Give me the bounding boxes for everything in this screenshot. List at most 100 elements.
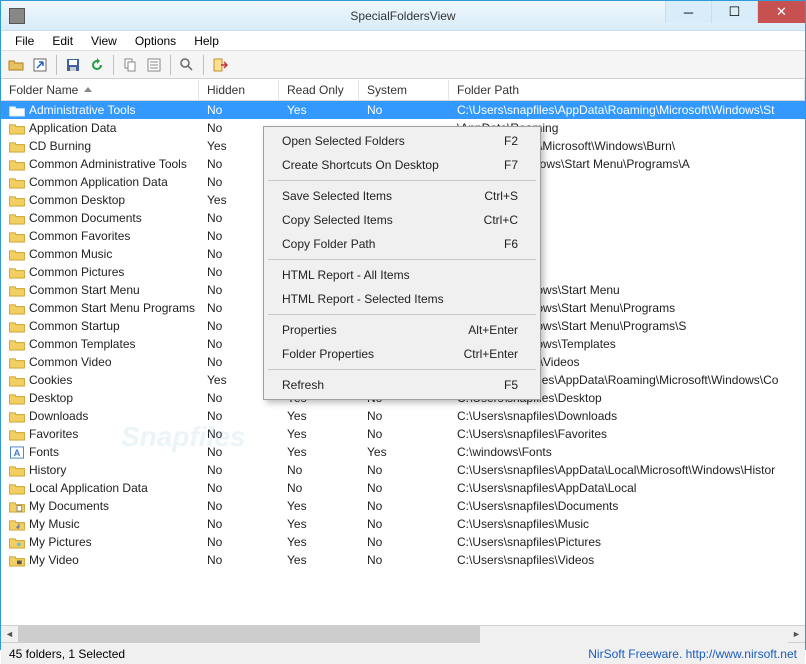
context-item[interactable]: Open Selected Folders F2: [266, 129, 538, 153]
context-label: Open Selected Folders: [282, 134, 405, 148]
context-item[interactable]: Create Shortcuts On DesktopF7: [266, 153, 538, 177]
table-row[interactable]: FavoritesNoYesNoC:\Users\snapfiles\Favor…: [1, 425, 805, 443]
context-label: Folder Properties: [282, 347, 374, 361]
cell-system: Yes: [359, 445, 449, 459]
context-shortcut: F5: [504, 378, 518, 392]
context-label: Copy Selected Items: [282, 213, 393, 227]
menu-file[interactable]: File: [7, 32, 42, 50]
table-row[interactable]: My PicturesNoYesNoC:\Users\snapfiles\Pic…: [1, 533, 805, 551]
properties-icon[interactable]: [143, 54, 165, 76]
table-row[interactable]: DownloadsNoYesNoC:\Users\snapfiles\Downl…: [1, 407, 805, 425]
column-folder-path[interactable]: Folder Path: [449, 80, 805, 100]
context-item[interactable]: HTML Report - All Items: [266, 263, 538, 287]
context-item[interactable]: Copy Folder PathF6: [266, 232, 538, 256]
open-folder-icon[interactable]: [5, 54, 27, 76]
status-link[interactable]: NirSoft Freeware. http://www.nirsoft.net: [588, 647, 797, 661]
cell-readonly: Yes: [279, 445, 359, 459]
context-item[interactable]: Properties Alt+Enter: [266, 318, 538, 342]
cell-system: No: [359, 499, 449, 513]
context-item[interactable]: Folder PropertiesCtrl+Enter: [266, 342, 538, 366]
cell-system: No: [359, 463, 449, 477]
cell-path: C:\windows\Fonts: [449, 445, 805, 459]
horizontal-scrollbar[interactable]: ◄ ►: [1, 625, 805, 642]
context-label: HTML Report - All Items: [282, 268, 410, 282]
save-icon[interactable]: [62, 54, 84, 76]
context-item[interactable]: Refresh F5: [266, 373, 538, 397]
table-row[interactable]: HistoryNoNoNoC:\Users\snapfiles\AppData\…: [1, 461, 805, 479]
refresh-icon[interactable]: [86, 54, 108, 76]
menu-view[interactable]: View: [83, 32, 125, 50]
cell-folder-name: Common Video: [1, 355, 199, 369]
cell-folder-name: Common Music: [1, 247, 199, 261]
context-label: Properties: [282, 323, 337, 337]
table-row[interactable]: AFontsNoYesYesC:\windows\Fonts: [1, 443, 805, 461]
context-separator: [268, 180, 536, 181]
table-row[interactable]: Local Application DataNoNoNoC:\Users\sna…: [1, 479, 805, 497]
shortcut-icon[interactable]: [29, 54, 51, 76]
cell-folder-name: Common Favorites: [1, 229, 199, 243]
cell-readonly: Yes: [279, 409, 359, 423]
column-system[interactable]: System: [359, 80, 449, 100]
cell-system: No: [359, 409, 449, 423]
table-row[interactable]: Administrative ToolsNoYesNoC:\Users\snap…: [1, 101, 805, 119]
table-row[interactable]: My VideoNoYesNoC:\Users\snapfiles\Videos: [1, 551, 805, 569]
menu-options[interactable]: Options: [127, 32, 184, 50]
column-hidden[interactable]: Hidden: [199, 80, 279, 100]
context-item[interactable]: HTML Report - Selected Items: [266, 287, 538, 311]
cell-folder-name: AFonts: [1, 445, 199, 459]
cell-readonly: Yes: [279, 499, 359, 513]
cell-hidden: No: [199, 481, 279, 495]
app-icon: [9, 8, 25, 24]
cell-readonly: Yes: [279, 553, 359, 567]
menubar: File Edit View Options Help: [1, 31, 805, 51]
cell-hidden: No: [199, 499, 279, 513]
scroll-left-icon[interactable]: ◄: [1, 626, 18, 643]
context-item[interactable]: Copy Selected Items Ctrl+C: [266, 208, 538, 232]
cell-readonly: Yes: [279, 517, 359, 531]
cell-folder-name: Common Templates: [1, 337, 199, 351]
copy-icon[interactable]: [119, 54, 141, 76]
context-shortcut: Alt+Enter: [468, 323, 518, 337]
context-shortcut: F2: [504, 134, 518, 148]
context-label: Refresh: [282, 378, 324, 392]
cell-readonly: Yes: [279, 535, 359, 549]
cell-hidden: No: [199, 535, 279, 549]
cell-folder-name: Common Startup: [1, 319, 199, 333]
cell-hidden: No: [199, 409, 279, 423]
find-icon[interactable]: [176, 54, 198, 76]
cell-path: C:\Users\snapfiles\AppData\Roaming\Micro…: [449, 103, 805, 117]
cell-folder-name: Cookies: [1, 373, 199, 387]
context-item[interactable]: Save Selected ItemsCtrl+S: [266, 184, 538, 208]
cell-folder-name: Common Documents: [1, 211, 199, 225]
scroll-thumb[interactable]: [18, 626, 480, 643]
table-row[interactable]: My DocumentsNoYesNoC:\Users\snapfiles\Do…: [1, 497, 805, 515]
cell-folder-name: Common Pictures: [1, 265, 199, 279]
column-readonly[interactable]: Read Only: [279, 80, 359, 100]
cell-folder-name: My Music: [1, 517, 199, 531]
titlebar[interactable]: SpecialFoldersView ─ ☐ ✕: [1, 1, 805, 31]
table-row[interactable]: My MusicNoYesNoC:\Users\snapfiles\Music: [1, 515, 805, 533]
cell-path: C:\Users\snapfiles\AppData\Local: [449, 481, 805, 495]
cell-folder-name: Common Start Menu Programs: [1, 301, 199, 315]
context-label: HTML Report - Selected Items: [282, 292, 444, 306]
context-separator: [268, 314, 536, 315]
cell-folder-name: Desktop: [1, 391, 199, 405]
menu-edit[interactable]: Edit: [44, 32, 81, 50]
menu-help[interactable]: Help: [186, 32, 227, 50]
cell-folder-name: My Video: [1, 553, 199, 567]
cell-readonly: Yes: [279, 103, 359, 117]
context-shortcut: Ctrl+C: [484, 213, 518, 227]
cell-hidden: No: [199, 553, 279, 567]
exit-icon[interactable]: [209, 54, 231, 76]
cell-system: No: [359, 481, 449, 495]
window-title: SpecialFoldersView: [350, 9, 455, 23]
cell-folder-name: Administrative Tools: [1, 103, 199, 117]
close-button[interactable]: ✕: [757, 1, 805, 23]
column-folder-name[interactable]: Folder Name: [1, 80, 199, 100]
scroll-right-icon[interactable]: ►: [788, 626, 805, 643]
maximize-button[interactable]: ☐: [711, 1, 757, 23]
cell-system: No: [359, 553, 449, 567]
cell-folder-name: Common Desktop: [1, 193, 199, 207]
minimize-button[interactable]: ─: [665, 1, 711, 23]
cell-system: No: [359, 517, 449, 531]
